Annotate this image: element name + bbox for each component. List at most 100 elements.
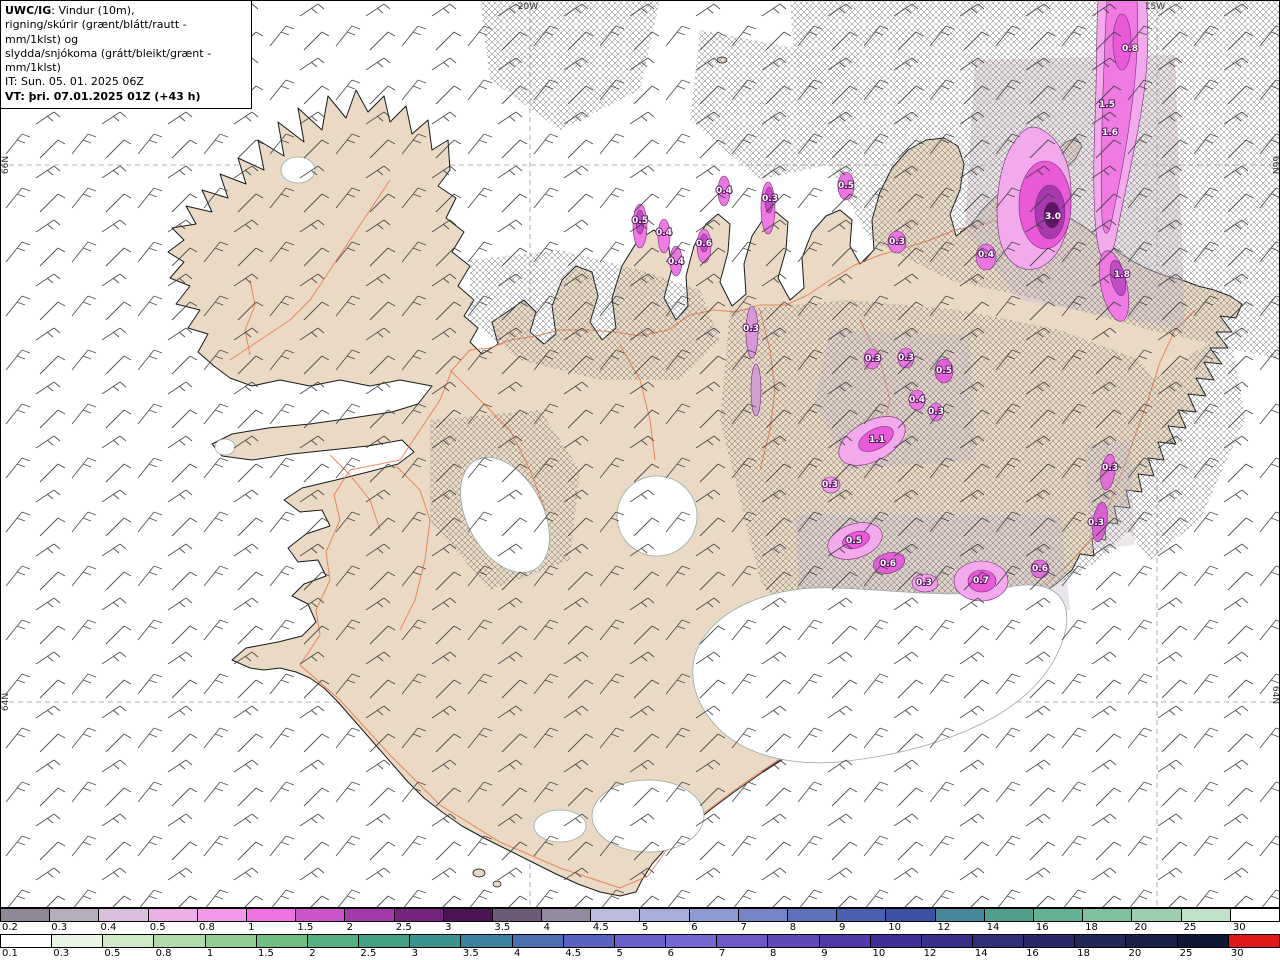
scale-cell bbox=[0, 934, 53, 948]
precip-value-label: 0.6 bbox=[880, 559, 896, 569]
scale-cell bbox=[788, 908, 838, 922]
scale-tick-label: 4.5 bbox=[565, 948, 582, 959]
scale-cell bbox=[738, 908, 788, 922]
scale-tick-label: 9 bbox=[821, 948, 828, 959]
scale-tick-label: 25 bbox=[1183, 922, 1197, 933]
valid-time: VT: þri. 07.01.2025 01Z (+43 h) bbox=[5, 89, 201, 103]
scale-cell bbox=[52, 934, 104, 948]
scale-cell bbox=[1230, 908, 1280, 922]
scale-cell bbox=[461, 934, 513, 948]
scale-tick-label: 16 bbox=[1026, 948, 1039, 959]
scale-tick-label: 14 bbox=[974, 948, 988, 959]
sleet-snow-color-scale: 0.2 0.3 0.4 0.5 0.8 1 1.5 2 2.5 3 3.5 4 4.5 5 6 7 8 9 10 12… bbox=[0, 908, 1280, 934]
scale-tick-label: 10 bbox=[888, 922, 901, 933]
scale-cell bbox=[591, 908, 641, 922]
scale-tick-label: 2 bbox=[346, 922, 354, 933]
title-line-1: UWC/IG: Vindur (10m), bbox=[5, 4, 245, 18]
forecast-info-box: UWC/IG: Vindur (10m), rigning/skúrir (gr… bbox=[0, 0, 252, 110]
scale-tick-label: 1.5 bbox=[297, 922, 314, 933]
scale-cell bbox=[410, 934, 462, 948]
precip-value-label: 0.3 bbox=[1102, 463, 1118, 473]
scale-tick-label: 0.8 bbox=[198, 922, 215, 933]
scale-cell bbox=[1177, 934, 1229, 948]
scale-tick-label: 2 bbox=[309, 948, 316, 959]
precip-value-label: 1.6 bbox=[1102, 128, 1118, 138]
scale-tick-label: 12 bbox=[937, 922, 951, 933]
scale-cell bbox=[563, 934, 615, 948]
lat-label-66n-left: 66N bbox=[1, 156, 11, 174]
precip-value-label: 0.4 bbox=[668, 257, 684, 267]
scale-cell bbox=[394, 908, 444, 922]
precip-value-label: 3.0 bbox=[1045, 212, 1061, 222]
scale-cell bbox=[307, 934, 360, 948]
scale-tick-label: 30 bbox=[1230, 948, 1244, 959]
precip-value-label: 1.8 bbox=[1114, 270, 1130, 280]
precip-value-label: 0.3 bbox=[898, 353, 914, 363]
precip-value-label: 0.5 bbox=[632, 216, 648, 226]
scale-cell bbox=[1075, 934, 1127, 948]
scale-cell bbox=[886, 908, 936, 922]
precip-value-label: 0.3 bbox=[743, 324, 759, 334]
scale-tick-label: 1 bbox=[248, 922, 255, 933]
precip-value-label: 1.1 bbox=[869, 435, 885, 445]
scale-cell bbox=[819, 934, 871, 948]
precip-value-label: 0.3 bbox=[865, 354, 881, 364]
scale-tick-label: 3 bbox=[445, 922, 452, 933]
scale-cell bbox=[972, 934, 1025, 948]
scale-tick-label: 6 bbox=[667, 948, 675, 959]
scale-tick-label: 20 bbox=[1134, 922, 1148, 933]
scale-tick-label: 0.5 bbox=[149, 922, 166, 933]
precip-value-label: 0.4 bbox=[909, 395, 925, 405]
lat-label-64n-left: 64N bbox=[1, 693, 11, 711]
scale-tick-label: 4.5 bbox=[592, 922, 609, 933]
init-time: IT: Sun. 05. 01. 2025 06Z bbox=[5, 75, 144, 89]
scale-cell bbox=[666, 934, 718, 948]
scale-cell bbox=[689, 908, 739, 922]
scale-cell bbox=[717, 934, 769, 948]
precip-value-label: 0.5 bbox=[846, 536, 862, 546]
precip-value-label: 0.3 bbox=[1088, 518, 1104, 528]
scale-tick-label: 0.4 bbox=[100, 922, 117, 933]
scale-tick-label: 30 bbox=[1232, 922, 1246, 933]
lon-label-15w: 15W bbox=[1145, 2, 1165, 12]
scale-cell bbox=[837, 908, 887, 922]
scale-tick-label: 3.5 bbox=[494, 922, 511, 933]
scale-tick-label: 18 bbox=[1085, 922, 1098, 933]
precip-value-label: 0.3 bbox=[928, 407, 944, 417]
lon-label-20w: 20W bbox=[518, 2, 538, 12]
precip-value-label: 0.4 bbox=[716, 186, 732, 196]
scale-tick-label: 4 bbox=[543, 922, 550, 933]
scale-cell bbox=[205, 934, 257, 948]
scale-tick-label: 7 bbox=[718, 948, 726, 959]
weather-map: 0.5 0.4 0.4 0.6 0.4 0.3 0.5 0.3 0.4 3.0 … bbox=[0, 0, 1280, 908]
precip-value-label: 0.6 bbox=[696, 239, 712, 249]
scale-tick-label: 9 bbox=[838, 922, 846, 933]
scale-cell bbox=[443, 908, 493, 922]
scale-cell bbox=[614, 934, 667, 948]
scale-cell bbox=[542, 908, 592, 922]
scale-tick-label: 14 bbox=[986, 922, 1000, 933]
scale-cell bbox=[0, 908, 51, 922]
scale-tick-label: 7 bbox=[740, 922, 747, 933]
scale-tick-label: 0.5 bbox=[104, 948, 121, 959]
scale-tick-label: 2.5 bbox=[395, 922, 412, 933]
precip-value-label: 0.4 bbox=[656, 228, 672, 238]
scale-cell bbox=[197, 908, 247, 922]
scale-tick-label: 1.5 bbox=[258, 948, 274, 959]
precip-value-label: 0.5 bbox=[936, 366, 952, 376]
scale-cell bbox=[935, 908, 985, 922]
precip-value-label: 0.3 bbox=[822, 480, 838, 490]
scale-cell bbox=[1228, 934, 1280, 948]
precip-value-label: 1.5 bbox=[1099, 100, 1115, 110]
scale-cell bbox=[870, 934, 922, 948]
scale-cell bbox=[1181, 908, 1231, 922]
scale-tick-label: 8 bbox=[789, 922, 797, 933]
scale-tick-label: 0.3 bbox=[51, 922, 68, 933]
scale-cell bbox=[921, 934, 973, 948]
scale-tick-label: 3 bbox=[411, 948, 418, 959]
scale-cell bbox=[1083, 908, 1133, 922]
scale-cell bbox=[492, 908, 543, 922]
scale-cell bbox=[1033, 908, 1084, 922]
scale-tick-label: 10 bbox=[872, 948, 886, 959]
scale-cell bbox=[1132, 908, 1182, 922]
